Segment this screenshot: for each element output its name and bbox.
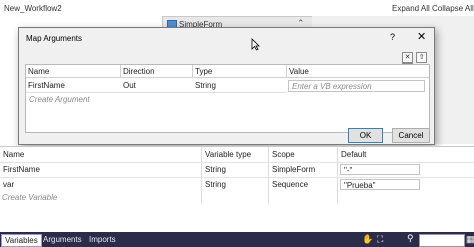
- create-variable-link[interactable]: Create Variable: [2, 193, 57, 202]
- arguments-table: Name Direction Type Value FirstName Out …: [25, 64, 430, 133]
- mouse-cursor-icon: [251, 38, 260, 51]
- delete-argument-icon[interactable]: ✕: [402, 52, 413, 63]
- overview-icon[interactable]: ▦: [466, 234, 474, 245]
- variable-type[interactable]: String: [202, 165, 226, 174]
- tab-arguments[interactable]: Arguments: [40, 234, 85, 245]
- dialog-title: Map Arguments: [26, 34, 83, 43]
- var-header-type[interactable]: Variable type: [202, 149, 251, 161]
- variables-panel: Name Variable type Scope Default FirstNa…: [0, 146, 474, 233]
- column-header-direction[interactable]: Direction: [121, 65, 193, 78]
- move-up-icon[interactable]: ⇧: [416, 52, 428, 63]
- variable-scope[interactable]: Sequence: [269, 180, 308, 189]
- argument-toolbar: ✕ ⇧ ⇩: [401, 52, 434, 74]
- variable-type[interactable]: String: [202, 180, 226, 189]
- fit-screen-icon[interactable]: ⛶: [377, 234, 383, 245]
- zoom-icon[interactable]: ⚲: [407, 233, 414, 244]
- column-header-name[interactable]: Name: [26, 65, 121, 78]
- workflow-title: New_Workflow2: [4, 4, 62, 13]
- argument-name-cell[interactable]: FirstName: [26, 79, 121, 93]
- variable-default-input[interactable]: "-": [340, 164, 420, 175]
- argument-direction-cell[interactable]: Out: [121, 79, 193, 93]
- variable-default-input[interactable]: "Prueba": [340, 179, 420, 190]
- tab-variables[interactable]: Variables: [1, 234, 42, 247]
- zoom-level-select[interactable]: [419, 234, 465, 247]
- var-header-scope[interactable]: Scope: [269, 149, 295, 161]
- variable-scope[interactable]: SimpleForm: [269, 165, 315, 174]
- argument-value-input[interactable]: Enter a VB expression: [288, 80, 425, 92]
- column-header-type[interactable]: Type: [193, 65, 287, 78]
- table-row[interactable]: FirstName String SimpleForm "-": [0, 162, 474, 178]
- var-header-default[interactable]: Default: [338, 149, 366, 161]
- help-button[interactable]: ?: [390, 32, 395, 42]
- designer-tab-bar: Variables Arguments Imports ✋ ⛶ ⚲ ▦: [0, 232, 474, 247]
- expand-all-link[interactable]: Expand All: [392, 4, 430, 13]
- ok-button[interactable]: OK: [348, 128, 383, 143]
- argument-type-cell[interactable]: String: [193, 79, 287, 93]
- var-header-name[interactable]: Name: [0, 149, 24, 161]
- create-argument-link[interactable]: Create Argument: [29, 95, 90, 104]
- map-arguments-dialog: Map Arguments ? ✕ ✕ ⇧ ⇩ Name Direction T…: [18, 27, 435, 145]
- hand-icon[interactable]: ✋: [362, 234, 373, 245]
- variable-name[interactable]: var: [0, 180, 14, 189]
- column-header-value[interactable]: Value: [287, 65, 429, 78]
- variable-name[interactable]: FirstName: [0, 165, 40, 174]
- table-row[interactable]: var String Sequence "Prueba": [0, 177, 474, 193]
- cancel-button[interactable]: Cancel: [392, 128, 430, 143]
- tab-imports[interactable]: Imports: [86, 234, 119, 245]
- close-icon[interactable]: ✕: [417, 30, 426, 43]
- collapse-all-link[interactable]: Collapse All: [432, 4, 474, 13]
